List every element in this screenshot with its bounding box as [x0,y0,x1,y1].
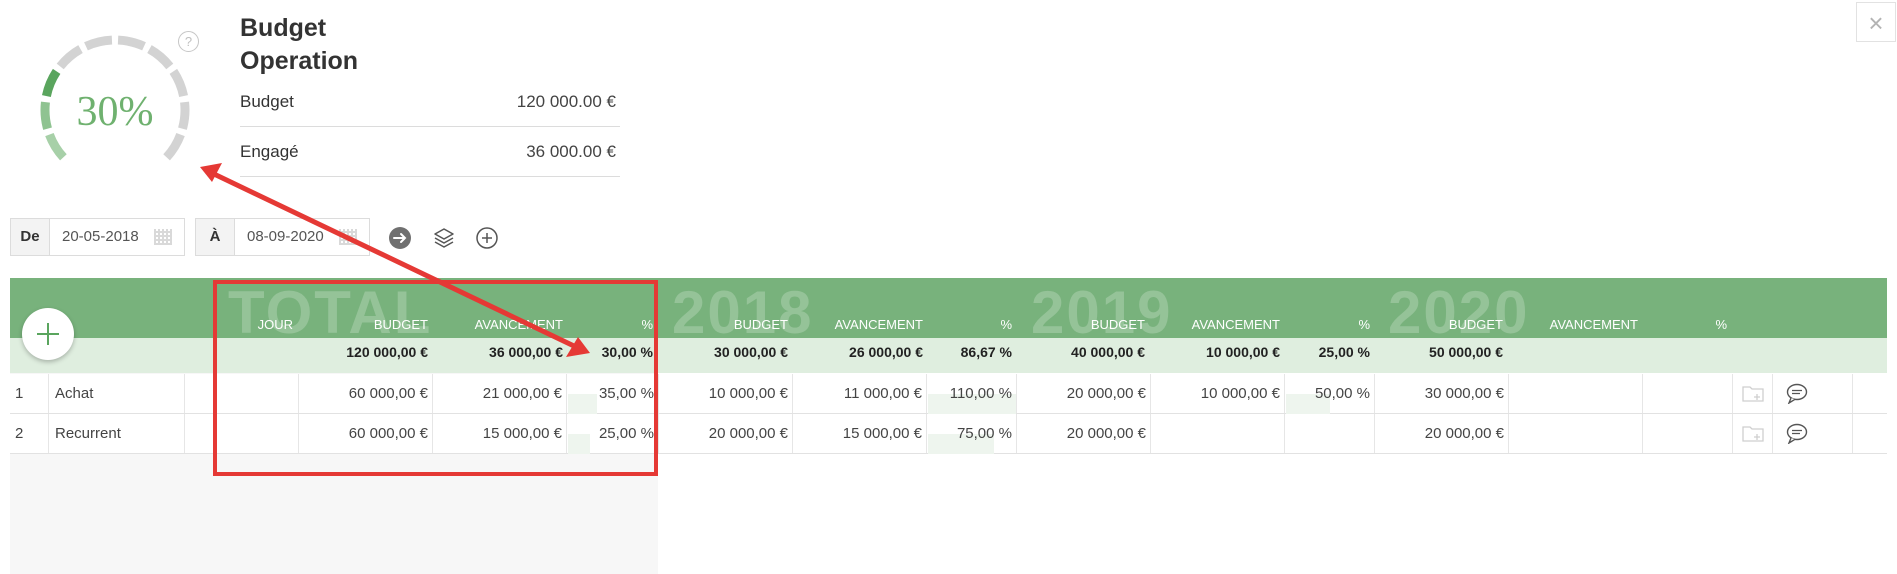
cell-2019-budget: 20 000,00 € [1066,425,1146,442]
total-avancement: 36 000,00 € [489,344,563,360]
annotation-arrowhead-start [200,163,222,182]
col-header-percent: % [1715,317,1727,332]
summary-engage-value: 36 000.00 € [526,142,616,161]
cell-percent: 35,00 % [598,385,654,402]
cell-budget: 60 000,00 € [348,385,428,402]
page-title: Budget Operation [240,12,440,78]
total-2018-avancement: 26 000,00 € [849,344,923,360]
col-header-avancement: AVANCEMENT [834,317,923,332]
col-header-percent: % [1358,317,1370,332]
cell-2019-avancement: 10 000,00 € [1200,385,1280,402]
layers-icon[interactable] [432,226,456,250]
col-header-percent: % [641,317,653,332]
col-header-budget: BUDGET [733,317,788,332]
calendar-icon[interactable] [154,229,172,245]
date-to-label: À [196,219,235,255]
total-budget: 120 000,00 € [346,344,428,360]
close-button[interactable]: × [1856,2,1896,42]
table-row[interactable]: 2 Recurrent 60 000,00 € 15 000,00 € 25,0… [10,414,1887,454]
date-from-label: De [11,219,50,255]
date-from-field[interactable]: De 20-05-2018 [10,218,185,256]
cell-2020-budget: 30 000,00 € [1424,385,1504,402]
cell-budget: 60 000,00 € [348,425,428,442]
gauge-segment [40,101,52,130]
total-2020-budget: 50 000,00 € [1429,344,1503,360]
total-2018-budget: 30 000,00 € [714,344,788,360]
help-icon[interactable]: ? [178,31,199,52]
cell-2019-percent: 50,00 % [1314,385,1370,402]
add-line-button[interactable] [22,308,74,360]
gauge-segment [56,45,83,70]
calendar-icon[interactable] [339,229,357,245]
progress-percent: 30% [76,89,154,135]
cell-2018-percent: 110,00 % [949,385,1012,402]
plus-circle-icon[interactable] [475,226,499,250]
summary-engage-label: Engagé [240,142,299,161]
cell-2018-budget: 10 000,00 € [708,385,788,402]
arrow-right-circle-icon[interactable] [388,226,412,250]
cell-avancement: 15 000,00 € [482,425,562,442]
comment-icon[interactable] [1786,383,1808,404]
total-2019-avancement: 10 000,00 € [1206,344,1280,360]
col-header-avancement: AVANCEMENT [1549,317,1638,332]
row-name[interactable]: Recurrent [55,425,121,442]
cell-2018-avancement: 15 000,00 € [842,425,922,442]
folder-add-icon[interactable] [1742,424,1764,443]
col-header-budget: BUDGET [1448,317,1503,332]
gauge-segment [84,35,113,51]
date-to-value[interactable]: 08-09-2020 [235,219,339,255]
row-number: 1 [15,385,24,402]
comment-icon[interactable] [1786,423,1808,444]
total-percent: 30,00 % [601,344,653,360]
date-to-field[interactable]: À 08-09-2020 [195,218,370,256]
col-header-budget: BUDGET [373,317,428,332]
gauge-segment [163,132,185,161]
col-header-avancement: AVANCEMENT [474,317,563,332]
cell-2019-budget: 20 000,00 € [1066,385,1146,402]
group-title-2018: 2018 [672,279,814,346]
date-from-value[interactable]: 20-05-2018 [50,219,154,255]
group-title-total: TOTAL [228,279,433,346]
gauge-segment [117,35,146,51]
summary-budget-value: 120 000.00 € [516,92,616,111]
title-line-2: Operation [240,47,359,75]
cell-2018-avancement: 11 000,00 € [843,385,922,402]
cell-percent: 25,00 % [598,425,654,442]
col-header-budget: BUDGET [1090,317,1145,332]
row-name[interactable]: Achat [55,385,93,402]
col-header-avancement: AVANCEMENT [1191,317,1280,332]
col-header-percent: % [1000,317,1012,332]
total-2019-budget: 40 000,00 € [1071,344,1145,360]
total-2019-percent: 25,00 % [1318,344,1370,360]
summary-engage-row: Engagé 36 000.00 € [240,126,620,177]
row-number: 2 [15,425,24,442]
cell-avancement: 21 000,00 € [482,385,562,402]
total-2018-percent: 86,67 % [960,344,1012,360]
table-row[interactable]: 1 Achat 60 000,00 € 21 000,00 € 35,00 % … [10,374,1887,414]
title-line-1: Budget [240,14,327,42]
col-header-jour: JOUR [257,317,293,332]
group-title-2019: 2019 [1031,279,1173,346]
summary-budget-row: Budget 120 000.00 € [240,76,620,127]
plus-icon [37,323,59,345]
cell-2018-percent: 75,00 % [956,425,1012,442]
cell-2020-budget: 20 000,00 € [1424,425,1504,442]
folder-add-icon[interactable] [1742,384,1764,403]
group-title-2020: 2020 [1388,279,1530,346]
gauge-segment [178,101,190,130]
gauge-segment [147,45,174,70]
gauge-segment [45,132,67,161]
summary-budget-label: Budget [240,92,294,111]
cell-2018-budget: 20 000,00 € [708,425,788,442]
